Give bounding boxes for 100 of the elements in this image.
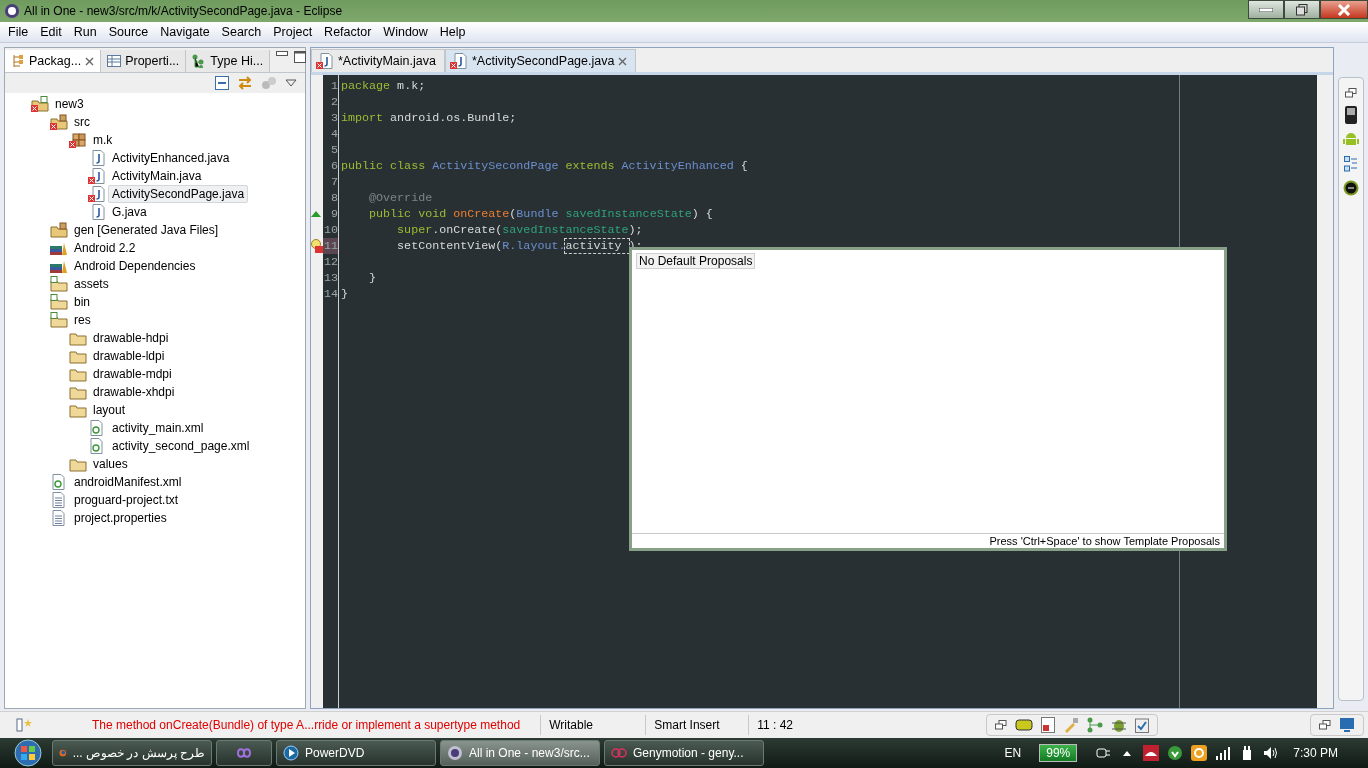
menu-item[interactable]: Help bbox=[433, 25, 472, 39]
line-number: 11 bbox=[323, 238, 338, 254]
menu-item[interactable]: Search bbox=[215, 25, 268, 39]
minimize-icon[interactable] bbox=[276, 51, 289, 57]
battery-indicator[interactable]: 99% bbox=[1039, 744, 1078, 762]
download-icon[interactable] bbox=[1167, 745, 1184, 761]
restore-icon bbox=[1296, 3, 1308, 16]
tree-item[interactable]: Android 2.2 bbox=[70, 239, 140, 257]
play-icon bbox=[283, 745, 299, 761]
infinity-icon bbox=[236, 745, 252, 761]
menu-item[interactable]: Project bbox=[267, 25, 319, 39]
code-line: } bbox=[368, 270, 378, 286]
signal-icon[interactable] bbox=[1215, 745, 1232, 761]
restore-icon[interactable] bbox=[1319, 720, 1331, 730]
restore-icon[interactable] bbox=[1345, 88, 1357, 98]
code-line: package m.k; bbox=[341, 78, 427, 94]
maximize-button[interactable] bbox=[1284, 0, 1320, 19]
code-line: import android.os.Bundle; bbox=[341, 110, 518, 126]
menu-item[interactable]: Edit bbox=[34, 25, 68, 39]
view-menu-icon[interactable] bbox=[285, 79, 297, 87]
editor-tab[interactable]: *ActivitySecondPage.java bbox=[444, 49, 637, 72]
tree-item[interactable]: ActivityEnhanced.java bbox=[108, 149, 234, 167]
bug-icon[interactable] bbox=[1110, 717, 1127, 733]
java-file-icon bbox=[316, 53, 334, 69]
tree-item[interactable]: src bbox=[70, 113, 94, 131]
tree-item[interactable]: assets bbox=[70, 275, 113, 293]
insert-mode-status: Smart Insert bbox=[645, 715, 749, 735]
tree-item[interactable]: project.properties bbox=[70, 509, 171, 527]
speaker-icon[interactable] bbox=[1263, 745, 1280, 761]
list-icon[interactable] bbox=[1344, 156, 1358, 172]
eclipse-icon bbox=[4, 3, 20, 19]
tree-icon[interactable] bbox=[1086, 717, 1103, 733]
tree-item[interactable]: m.k bbox=[89, 131, 117, 149]
menu-item[interactable]: Source bbox=[102, 25, 155, 39]
menu-item[interactable]: Window bbox=[377, 25, 434, 39]
window-title: All in One - new3/src/m/k/ActivitySecondPage.java - Eclipse bbox=[24, 4, 344, 18]
close-icon[interactable] bbox=[85, 56, 95, 66]
code-line: super.onCreate(savedInstanceState); bbox=[396, 222, 644, 238]
close-icon[interactable] bbox=[618, 56, 628, 66]
tree-item[interactable]: activity_main.xml bbox=[108, 419, 208, 437]
tree-item[interactable]: drawable-xhdpi bbox=[89, 383, 179, 401]
taskbar-button[interactable]: PowerDVD bbox=[276, 740, 436, 766]
code-line: public void onCreate(Bundle savedInstanceState) { bbox=[368, 206, 714, 222]
tree-item[interactable]: new3 bbox=[51, 95, 88, 113]
menu-item[interactable]: File bbox=[2, 25, 35, 39]
package-tree-icon bbox=[11, 54, 25, 68]
tree-item[interactable]: bin bbox=[70, 293, 94, 311]
monitor-icon[interactable] bbox=[1339, 717, 1355, 733]
taskbar-button[interactable]: طرح پرسش در خصوص ... bbox=[52, 740, 212, 766]
view-tab[interactable]: Properti... bbox=[101, 50, 187, 72]
line-number: 8 bbox=[330, 190, 338, 206]
menu-item[interactable]: Refactor bbox=[318, 25, 378, 39]
tree-item[interactable]: layout bbox=[89, 401, 130, 419]
plug-icon[interactable] bbox=[1095, 745, 1112, 761]
tree-item[interactable]: gen [Generated Java Files] bbox=[70, 221, 223, 239]
tree-item[interactable]: drawable-hdpi bbox=[89, 329, 173, 347]
editor-tab[interactable]: *ActivityMain.java bbox=[311, 49, 445, 72]
tree-item[interactable]: drawable-ldpi bbox=[89, 347, 169, 365]
error-message: The method onCreate(Bundle) of type A...rride or implement a supertype method bbox=[92, 717, 521, 733]
tree-item[interactable]: androidManifest.xml bbox=[70, 473, 186, 491]
phone-icon[interactable] bbox=[1345, 106, 1357, 124]
close-button[interactable] bbox=[1320, 0, 1368, 19]
gear-icon bbox=[447, 745, 463, 761]
collapse-all-icon[interactable] bbox=[215, 76, 229, 90]
menu-item[interactable]: Navigate bbox=[154, 25, 216, 39]
table-icon bbox=[107, 54, 122, 68]
console-icon[interactable] bbox=[1343, 180, 1359, 196]
line-number: 2 bbox=[330, 94, 338, 110]
line-number: 7 bbox=[330, 174, 338, 190]
restore-icon[interactable] bbox=[994, 720, 1007, 730]
language-indicator[interactable]: EN bbox=[1004, 746, 1036, 760]
line-number: 6 bbox=[330, 158, 338, 174]
maximize-icon[interactable] bbox=[294, 51, 307, 63]
ring-icon[interactable] bbox=[1191, 745, 1208, 761]
taskbar-button[interactable] bbox=[216, 740, 272, 766]
rings-icon bbox=[611, 745, 627, 761]
tree-item[interactable]: activity_second_page.xml bbox=[108, 437, 254, 455]
taskbar-button[interactable]: Genymotion - geny... bbox=[604, 740, 764, 766]
tree-item[interactable]: res bbox=[70, 311, 95, 329]
tree-item[interactable]: values bbox=[89, 455, 132, 473]
line-number: 12 bbox=[323, 254, 338, 270]
writable-status: Writable bbox=[540, 715, 646, 735]
menu-item[interactable]: Run bbox=[67, 25, 103, 39]
tree-item[interactable]: ActivityMain.java bbox=[108, 167, 206, 185]
tree-item[interactable]: ActivitySecondPage.java bbox=[108, 185, 249, 203]
cursor-position: 11 : 42 bbox=[748, 715, 838, 735]
taskbar-button[interactable]: All in One - new3/src... bbox=[440, 740, 600, 766]
view-tab[interactable]: Type Hi... bbox=[186, 50, 271, 72]
line-number: 3 bbox=[330, 110, 338, 126]
tree-item[interactable]: drawable-mdpi bbox=[89, 365, 176, 383]
tree-item[interactable]: Android Dependencies bbox=[70, 257, 200, 275]
close-icon bbox=[1337, 3, 1351, 16]
proposal-message: No Default Proposals bbox=[636, 253, 756, 269]
tree-item[interactable]: G.java bbox=[108, 203, 151, 221]
minimize-button[interactable] bbox=[1248, 0, 1284, 19]
minimize-icon bbox=[1259, 7, 1273, 12]
tree-item[interactable]: proguard-project.txt bbox=[70, 491, 183, 509]
view-tab[interactable]: Packag... bbox=[5, 50, 102, 72]
clock[interactable]: 7:30 PM bbox=[1283, 746, 1368, 760]
clipboard-icon[interactable] bbox=[1134, 717, 1149, 733]
